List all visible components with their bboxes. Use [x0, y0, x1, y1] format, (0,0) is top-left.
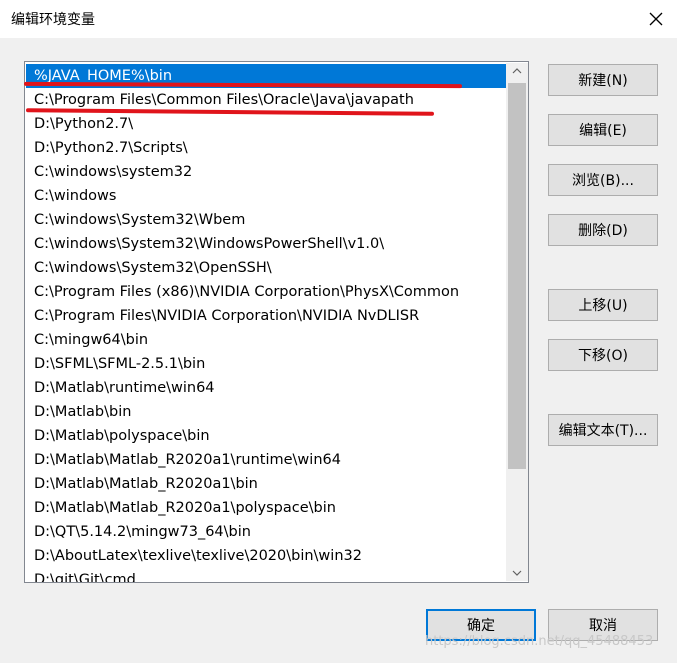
window-title: 编辑环境变量	[11, 12, 95, 28]
list-item[interactable]: D:\SFML\SFML-2.5.1\bin	[26, 352, 506, 376]
move-up-button[interactable]: 上移(U)	[548, 289, 658, 321]
list-item[interactable]: D:\Matlab\bin	[26, 400, 506, 424]
list-item[interactable]: D:\Matlab\Matlab_R2020a1\polyspace\bin	[26, 496, 506, 520]
list-item[interactable]: D:\Matlab\runtime\win64	[26, 376, 506, 400]
vertical-scrollbar[interactable]	[506, 63, 528, 581]
path-list[interactable]: %JAVA_HOME%\bin C:\Program Files\Common F…	[24, 61, 529, 583]
scroll-up-button[interactable]	[506, 63, 528, 79]
chevron-up-icon	[512, 68, 522, 74]
list-item[interactable]: C:\Program Files\NVIDIA Corporation\NVID…	[26, 304, 506, 328]
edit-button[interactable]: 编辑(E)	[548, 114, 658, 146]
list-item[interactable]: C:\Program Files (x86)\NVIDIA Corporatio…	[26, 280, 506, 304]
title-bar: 编辑环境变量	[0, 0, 677, 38]
list-item[interactable]: D:\Matlab\Matlab_R2020a1\runtime\win64	[26, 448, 506, 472]
list-item[interactable]: D:\Matlab\polyspace\bin	[26, 424, 506, 448]
list-item[interactable]: D:\AboutLatex\texlive\texlive\2020\bin\w…	[26, 544, 506, 568]
list-item[interactable]: C:\windows\System32\WindowsPowerShell\v1…	[26, 232, 506, 256]
chevron-down-icon	[512, 570, 522, 576]
path-list-items: %JAVA_HOME%\bin C:\Program Files\Common F…	[26, 64, 506, 582]
move-down-button[interactable]: 下移(O)	[548, 339, 658, 371]
browse-button[interactable]: 浏览(B)...	[548, 164, 658, 196]
list-item[interactable]: C:\windows	[26, 184, 506, 208]
scrollbar-thumb[interactable]	[508, 83, 526, 469]
list-item[interactable]: D:\QT\5.14.2\mingw73_64\bin	[26, 520, 506, 544]
new-button[interactable]: 新建(N)	[548, 64, 658, 96]
close-button[interactable]	[640, 4, 672, 34]
list-item[interactable]: C:\mingw64\bin	[26, 328, 506, 352]
list-item[interactable]: D:\Matlab\Matlab_R2020a1\bin	[26, 472, 506, 496]
list-item[interactable]: D:\Python2.7\	[26, 112, 506, 136]
edit-env-var-dialog: 编辑环境变量 %JAVA_HOME%\bin C:\Program Files\C…	[0, 0, 677, 663]
list-item[interactable]: D:\Python2.7\Scripts\	[26, 136, 506, 160]
delete-button[interactable]: 删除(D)	[548, 214, 658, 246]
list-item[interactable]: D:\git\Git\cmd	[26, 568, 506, 582]
list-item[interactable]: C:\windows\System32\Wbem	[26, 208, 506, 232]
list-item[interactable]: C:\windows\system32	[26, 160, 506, 184]
close-icon	[649, 12, 663, 26]
watermark: https://blog.csdn.net/qq_45488453	[425, 634, 654, 649]
edit-text-button[interactable]: 编辑文本(T)...	[548, 414, 658, 446]
scroll-down-button[interactable]	[506, 565, 528, 581]
list-item[interactable]: C:\windows\System32\OpenSSH\	[26, 256, 506, 280]
